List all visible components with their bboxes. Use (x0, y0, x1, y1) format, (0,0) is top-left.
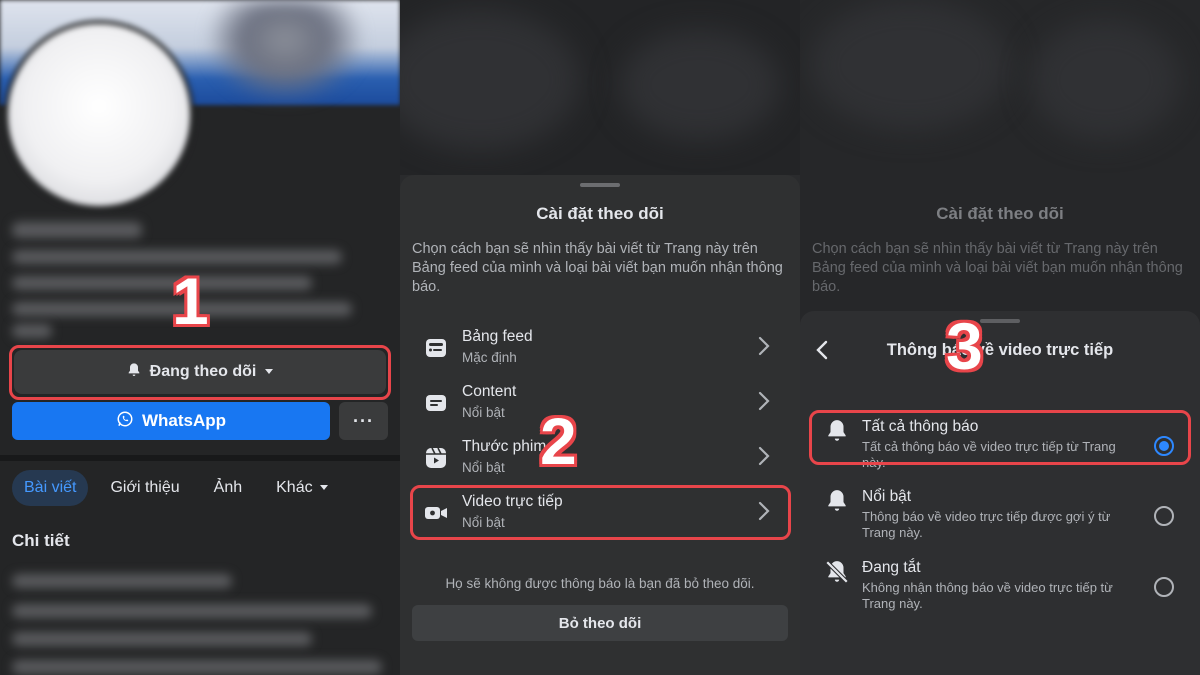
radio-description: Tất cả thông báo về video trực tiếp từ T… (862, 439, 1116, 470)
tab-more[interactable]: Khác (264, 470, 340, 506)
chevron-right-icon (758, 446, 770, 466)
tab-more-label: Khác (276, 479, 313, 496)
bell-icon (126, 362, 142, 383)
live-video-notification-sheet: Thông báo về video trực tiếp Tất cả thôn… (800, 311, 1200, 675)
blurred-text (12, 250, 342, 264)
tab-photos[interactable]: Ảnh (202, 470, 254, 506)
content-icon (426, 395, 446, 411)
caret-down-icon (264, 363, 274, 381)
live-video-notification-panel: Cài đặt theo dõi Chọn cách bạn sẽ nhìn t… (800, 0, 1200, 675)
video-camera-icon (425, 507, 447, 519)
divider (0, 455, 400, 461)
whatsapp-icon (116, 410, 134, 433)
reels-icon (426, 447, 446, 468)
cover-photo-detail (210, 0, 360, 100)
caret-down-icon (319, 479, 329, 497)
option-label: Content (462, 383, 517, 400)
radio-label: Tất cả thông báo (862, 418, 979, 435)
option-label: Thước phim (462, 438, 547, 455)
more-options-button[interactable]: ··· (339, 402, 388, 440)
radio-description: Thông báo về video trực tiếp được gợi ý … (862, 509, 1111, 540)
following-button-label: Đang theo dõi (149, 363, 257, 380)
profile-tabs: Bài viết Giới thiệu Ảnh Khác (12, 470, 341, 506)
sheet-grabber[interactable] (980, 319, 1020, 323)
blurred-text (12, 276, 312, 290)
option-label: Video trực tiếp (462, 493, 563, 510)
dimmed-sheet-title: Cài đặt theo dõi (936, 204, 1064, 223)
blurred-background (1030, 20, 1180, 140)
radio-option-off[interactable]: Đang tắt Không nhận thông báo về video t… (820, 559, 1180, 615)
bell-icon (828, 490, 846, 511)
feed-icon (426, 339, 446, 357)
sheet-description: Chọn cách bạn sẽ nhìn thấy bài viết từ T… (412, 241, 783, 295)
sheet-grabber[interactable] (580, 183, 620, 187)
dimmed-sheet-description: Chọn cách bạn sẽ nhìn thấy bài viết từ T… (812, 241, 1183, 295)
follow-settings-sheet: Cài đặt theo dõi Chọn cách bạn sẽ nhìn t… (400, 175, 800, 675)
chevron-right-icon (758, 501, 770, 521)
option-content[interactable]: Content Nổi bật (420, 383, 772, 429)
blurred-text (12, 574, 232, 588)
option-live-video[interactable]: Video trực tiếp Nổi bật (420, 493, 772, 539)
avatar[interactable] (8, 24, 190, 206)
profile-panel: Đang theo dõi 1 WhatsApp ··· Bài viết Gi… (0, 0, 400, 675)
radio-option-all[interactable]: Tất cả thông báo Tất cả thông báo về vid… (820, 418, 1180, 474)
following-button[interactable]: Đang theo dõi (14, 350, 386, 394)
sheet-title: Cài đặt theo dõi (536, 204, 664, 223)
sheet-title: Thông báo về video trực tiếp (886, 341, 1114, 359)
option-label: Bảng feed (462, 328, 533, 345)
blurred-text (12, 660, 382, 674)
bell-icon (828, 420, 846, 441)
bell-off-icon (825, 560, 849, 584)
option-value: Nổi bật (462, 460, 505, 475)
chevron-right-icon (758, 336, 770, 356)
radio-unselected[interactable] (1154, 577, 1174, 597)
step-1-number: 1 (172, 264, 209, 338)
radio-selected[interactable] (1154, 436, 1174, 456)
whatsapp-button-label: WhatsApp (141, 411, 227, 430)
tab-posts[interactable]: Bài viết (12, 470, 89, 506)
option-value: Mặc định (462, 350, 517, 365)
radio-label: Đang tắt (862, 559, 921, 576)
radio-unselected[interactable] (1154, 506, 1174, 526)
step-2-number: 2 (540, 404, 577, 478)
blurred-background (400, 0, 800, 175)
blurred-background (810, 0, 1010, 130)
option-reels[interactable]: Thước phim Nổi bật (420, 438, 772, 484)
follow-settings-panel: Cài đặt theo dõi Chọn cách bạn sẽ nhìn t… (400, 0, 800, 675)
blurred-text (12, 324, 52, 338)
option-feed[interactable]: Bảng feed Mặc định (420, 328, 772, 374)
option-value: Nổi bật (462, 515, 505, 530)
radio-option-highlights[interactable]: Nổi bật Thông báo về video trực tiếp đượ… (820, 488, 1180, 544)
unfollow-note: Họ sẽ không được thông báo là bạn đã bỏ … (445, 576, 755, 591)
blurred-page-name (12, 222, 142, 238)
whatsapp-button[interactable]: WhatsApp (12, 402, 330, 440)
option-value: Nổi bật (462, 405, 505, 420)
chevron-right-icon (758, 391, 770, 411)
step-3-number: 3 (946, 309, 983, 383)
tab-about[interactable]: Giới thiệu (98, 470, 191, 506)
blurred-text (12, 604, 372, 618)
unfollow-button[interactable]: Bỏ theo dõi (412, 605, 788, 641)
radio-label: Nổi bật (862, 488, 912, 505)
blurred-text (12, 632, 312, 646)
details-heading: Chi tiết (12, 531, 70, 550)
radio-description: Không nhận thông báo về video trực tiếp … (862, 580, 1113, 611)
